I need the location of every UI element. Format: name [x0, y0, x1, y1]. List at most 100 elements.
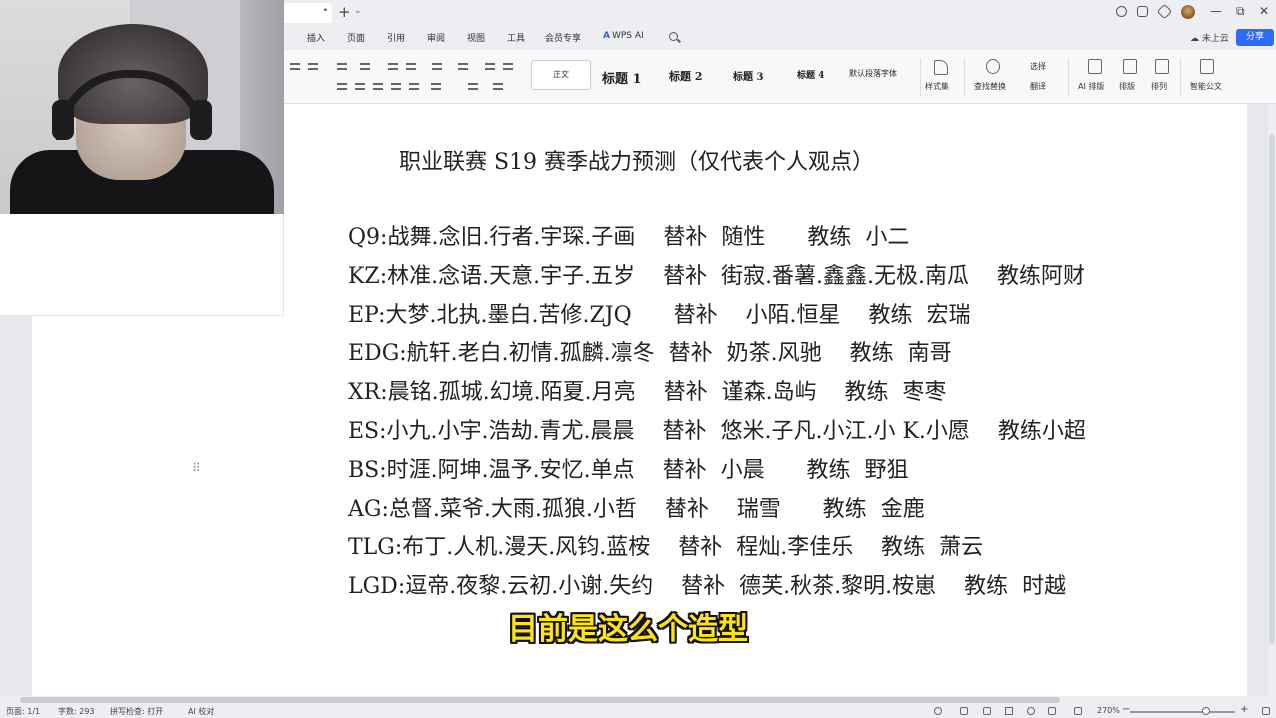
video-subtitle: 目前是这么个造型	[508, 612, 748, 647]
zoom-slider-handle[interactable]	[1202, 707, 1210, 715]
menu-wps-ai[interactable]: A WPS AI	[603, 31, 644, 41]
shading-icon[interactable]	[468, 82, 478, 91]
menu-member[interactable]: 会员专享	[545, 31, 581, 44]
text-case-icon[interactable]	[432, 62, 442, 71]
style-heading-3[interactable]: 标题 3	[733, 68, 763, 83]
close-button[interactable]: ✕	[1259, 4, 1269, 18]
align-right-icon[interactable]	[373, 82, 383, 91]
share-button[interactable]: 分享	[1236, 29, 1274, 46]
align-justify-icon[interactable]	[391, 82, 401, 91]
play-icon[interactable]	[1005, 707, 1013, 715]
page-indicator[interactable]: 页面: 1/1	[6, 706, 40, 717]
arrange-label[interactable]: 排列	[1151, 81, 1167, 92]
border-icon[interactable]	[503, 62, 513, 71]
page-view-icon[interactable]	[960, 707, 968, 715]
cloud-status-label: 未上云	[1201, 34, 1229, 44]
tab-close-icon[interactable]: •	[323, 6, 328, 16]
menu-view[interactable]: 视图	[467, 31, 485, 44]
zoom-level[interactable]: 270%	[1097, 706, 1120, 715]
find-replace-label[interactable]: 查找替换	[974, 81, 1006, 92]
numbered-list-icon[interactable]	[360, 62, 370, 71]
table-move-handle-icon[interactable]: ⠿	[192, 461, 201, 475]
menu-insert[interactable]: 插入	[307, 31, 325, 44]
fullscreen-icon[interactable]	[1262, 707, 1270, 715]
eraser-icon[interactable]	[308, 62, 318, 71]
indent-increase-icon[interactable]	[406, 62, 416, 71]
smart-doc-label[interactable]: 智能公文	[1190, 81, 1222, 92]
style-heading-1[interactable]: 标题 1	[602, 68, 642, 87]
web-view-icon[interactable]	[1027, 707, 1035, 715]
style-normal[interactable]: 正文	[531, 60, 591, 90]
distributed-align-icon[interactable]	[409, 82, 419, 91]
feedback-icon[interactable]	[1116, 6, 1127, 17]
headset-earcup-left	[52, 100, 74, 140]
ribbon-separator	[964, 58, 965, 96]
roster-line[interactable]: ES:小九.小宇.浩劫.青尤.晨晨 替补 悠米.子凡.小江.小 K.小愿 教练小…	[348, 413, 1086, 445]
window-icon[interactable]	[1137, 6, 1148, 17]
layout-label[interactable]: 排版	[1119, 81, 1135, 92]
horizontal-scrollbar[interactable]	[0, 696, 1276, 704]
translate-button[interactable]: 翻译	[1030, 81, 1046, 92]
menu-references[interactable]: 引用	[387, 31, 405, 44]
line-spacing-icon[interactable]	[431, 82, 441, 91]
style-set-icon[interactable]	[934, 60, 948, 75]
ai-layout-icon[interactable]	[1088, 59, 1102, 74]
tab-list-chevron-icon[interactable]: ⌄	[354, 6, 362, 16]
zoom-in-button[interactable]: +	[1240, 704, 1248, 715]
style-heading-2[interactable]: 标题 2	[669, 68, 702, 84]
roster-line[interactable]: EDG:航轩.老白.初情.孤麟.凛冬 替补 奶茶.风驰 教练 南哥	[348, 335, 952, 367]
font-color-icon[interactable]	[290, 62, 300, 71]
ai-proofread-toggle[interactable]: AI 校对	[188, 706, 214, 717]
ribbon-separator	[1180, 58, 1181, 96]
zoom-slider[interactable]	[1130, 711, 1235, 713]
outline-view-icon[interactable]	[983, 707, 991, 715]
fit-width-icon[interactable]	[1074, 707, 1082, 715]
style-set-label[interactable]: 样式集	[925, 81, 949, 92]
pen-icon[interactable]	[1048, 707, 1056, 715]
style-heading-4[interactable]: 标题 4	[797, 68, 824, 81]
minimize-button[interactable]: —	[1210, 4, 1222, 18]
status-bar: 页面: 1/1 字数: 293 拼写检查: 打开 AI 校对 270% − +	[0, 704, 1276, 718]
roster-line[interactable]: LGD:逗帝.夜黎.云初.小谢.失约 替补 德芙.秋茶.黎明.桉崽 教练 时越	[348, 568, 1066, 600]
roster-line[interactable]: TLG:布丁.人机.漫天.风钧.蓝桉 替补 程灿.李佳乐 教练 萧云	[348, 529, 983, 561]
bullet-list-icon[interactable]	[337, 62, 347, 71]
ribbon-separator	[920, 58, 921, 96]
align-left-icon[interactable]	[337, 82, 347, 91]
smart-doc-icon[interactable]	[1200, 59, 1214, 74]
roster-line[interactable]: Q9:战舞.念旧.行者.宇琛.子画 替补 随性 教练 小二	[348, 219, 909, 251]
align-center-icon[interactable]	[355, 82, 365, 91]
horizontal-scroll-thumb[interactable]	[20, 697, 1060, 703]
restore-button[interactable]: ⧉	[1236, 4, 1245, 19]
menu-review[interactable]: 审阅	[427, 31, 445, 44]
indent-decrease-icon[interactable]	[388, 62, 398, 71]
user-avatar[interactable]	[1181, 5, 1195, 19]
roster-line[interactable]: XR:晨铭.孤城.幻境.陌夏.月亮 替补 谨森.岛屿 教练 枣枣	[348, 374, 947, 406]
vertical-scroll-thumb[interactable]	[1269, 134, 1275, 644]
menu-tools[interactable]: 工具	[507, 31, 525, 44]
word-count[interactable]: 字数: 293	[58, 706, 95, 717]
document-title[interactable]: 职业联赛 S19 赛季战力预测（仅代表个人观点）	[399, 144, 874, 176]
spell-check-toggle[interactable]: 拼写检查: 打开	[110, 706, 163, 717]
table-border-icon[interactable]	[493, 82, 503, 91]
cloud-status-button[interactable]: ☁ 未上云	[1190, 31, 1229, 44]
find-replace-icon[interactable]	[986, 59, 1000, 74]
search-icon[interactable]	[669, 32, 678, 41]
paragraph-icon[interactable]	[485, 62, 495, 71]
roster-line[interactable]: EP:大梦.北执.墨白.苦修.ZJQ 替补 小陌.恒星 教练 宏瑞	[348, 297, 971, 329]
menu-page[interactable]: 页面	[347, 31, 365, 44]
new-tab-button[interactable]: +	[338, 3, 351, 21]
roster-line[interactable]: BS:时涯.阿坤.温予.安忆.单点 替补 小晨 教练 野狙	[348, 452, 909, 484]
style-default-font[interactable]: 默认段落字体	[849, 68, 897, 79]
sort-icon[interactable]	[458, 62, 468, 71]
arrange-icon[interactable]	[1155, 59, 1169, 74]
ai-layout-label[interactable]: AI 排版	[1078, 81, 1104, 92]
select-button[interactable]: 选择	[1030, 61, 1046, 72]
vertical-scrollbar[interactable]	[1268, 104, 1276, 696]
eye-icon[interactable]	[934, 707, 942, 715]
layout-icon[interactable]	[1123, 59, 1137, 74]
document-tab[interactable]: •	[284, 3, 332, 23]
roster-line[interactable]: AG:总督.菜爷.大雨.孤狼.小哲 替补 瑞雪 教练 金鹿	[348, 491, 925, 523]
zoom-out-button[interactable]: −	[1122, 704, 1130, 715]
roster-line[interactable]: KZ:林准.念语.天意.宇子.五岁 替补 街寂.番薯.鑫鑫.无极.南瓜 教练阿财	[348, 258, 1085, 290]
cube-icon[interactable]	[1156, 3, 1173, 20]
